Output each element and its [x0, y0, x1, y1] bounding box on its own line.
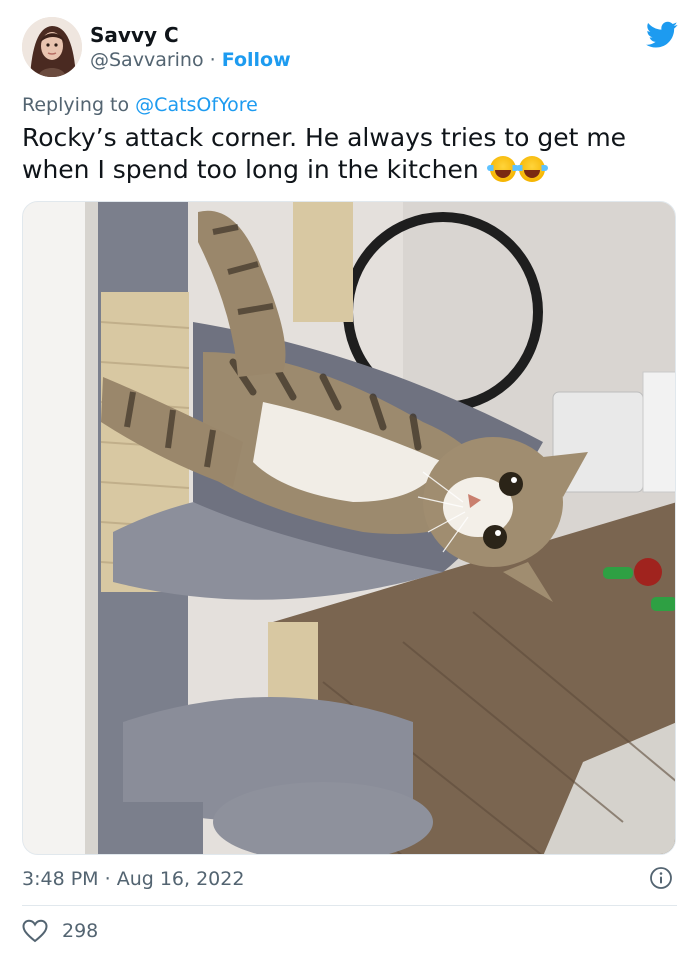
heart-icon[interactable]: [22, 919, 48, 943]
tweet-card: Savvy C @Savvarino · Follow Replying to …: [0, 0, 700, 957]
tweet-photo[interactable]: [22, 201, 676, 855]
tears-of-joy-emoji-icon: [515, 156, 548, 182]
like-count: 298: [62, 920, 99, 942]
reply-context: Replying to @CatsOfYore: [22, 94, 258, 116]
tweet-header: Savvy C @Savvarino · Follow: [22, 17, 682, 81]
twitter-bird-icon[interactable]: [646, 21, 678, 49]
like-action[interactable]: 298: [22, 918, 98, 944]
author-handle[interactable]: @Savvarino: [90, 49, 204, 71]
avatar[interactable]: [22, 17, 82, 77]
handle-separator: ·: [209, 49, 216, 71]
reply-prefix: Replying to: [22, 94, 130, 116]
divider: [22, 905, 677, 906]
author-handle-line: @Savvarino · Follow: [90, 49, 291, 71]
tweet-text: Rocky’s attack corner. He always tries t…: [22, 122, 672, 186]
reply-mention[interactable]: @CatsOfYore: [135, 94, 258, 116]
follow-button[interactable]: Follow: [222, 49, 291, 71]
tweet-date: Aug 16, 2022: [116, 868, 245, 890]
author-name[interactable]: Savvy C: [90, 23, 179, 47]
timestamp-separator: ·: [104, 868, 111, 890]
tweet-time: 3:48 PM: [22, 868, 99, 890]
tears-of-joy-emoji-icon: [486, 156, 519, 182]
tweet-timestamp[interactable]: 3:48 PM · Aug 16, 2022: [22, 868, 244, 890]
info-icon[interactable]: [649, 866, 673, 890]
